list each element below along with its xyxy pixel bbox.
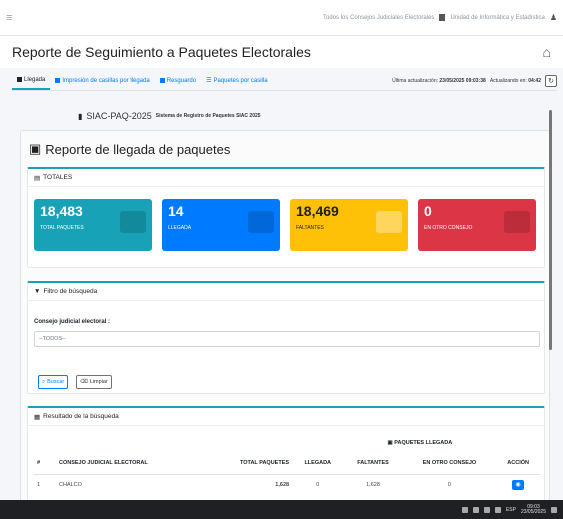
- eraser-icon: ⌫: [80, 379, 88, 385]
- notification-icon[interactable]: [551, 506, 557, 513]
- clock[interactable]: 09:03 23/05/2025: [520, 504, 546, 515]
- updating-value: 04:42: [528, 77, 541, 84]
- results-header: ▦ Resultado de la búsqueda: [28, 408, 544, 426]
- language-indicator[interactable]: ESP: [506, 507, 516, 513]
- open-box-icon: [376, 211, 402, 233]
- consejo-select[interactable]: --TODOS--: [34, 331, 540, 347]
- tab-impresion[interactable]: Impresión de casillas por llegada: [50, 71, 154, 90]
- tab-paquetes-por-casilla[interactable]: ☰ Paquetes por casilla: [201, 71, 272, 90]
- top-navbar: ≡ Todos los Consejos Judiciales Electora…: [0, 0, 563, 36]
- tab-label: Impresión de casillas por llegada: [62, 77, 150, 84]
- topbar-right: Todos los Consejos Judiciales Electorale…: [323, 13, 557, 22]
- hamburger-icon[interactable]: ≡: [6, 12, 20, 24]
- page-header: Reporte de Seguimiento a Paquetes Electo…: [0, 36, 563, 68]
- system-code: SIAC-PAQ-2025: [86, 111, 152, 121]
- row-otro: 0: [447, 482, 451, 489]
- unit-label[interactable]: Unidad de Informática y Estadística: [450, 15, 544, 21]
- clear-button-label: Limpiar: [89, 379, 108, 385]
- filter-header: ▼ Filtro de búsqueda: [28, 283, 544, 301]
- volume-icon[interactable]: [483, 506, 490, 513]
- totales-label: TOTALES: [43, 174, 73, 181]
- stat-faltantes: 18,469 FALTANTES: [290, 199, 408, 251]
- results-card: ▦ Resultado de la búsqueda ▣ PAQUETES LL…: [27, 406, 545, 514]
- view-button[interactable]: ◉: [512, 480, 525, 491]
- updating-label: Actualizando en:: [489, 77, 527, 84]
- results-table: ▣ PAQUETES LLEGADA # CONSEJO JUDICIAL EL…: [34, 434, 540, 496]
- report-panel: ▣ Reporte de llegada de paquetes ▤ TOTAL…: [20, 130, 550, 515]
- page-scrollbar[interactable]: [549, 110, 552, 350]
- row-total: 1,628: [275, 482, 290, 489]
- totales-card: ▤ TOTALES 18,483 TOTAL PAQUETES 14 LLEGA…: [27, 167, 545, 268]
- clear-button[interactable]: ⌫ Limpiar: [76, 375, 112, 389]
- tab-label: Paquetes por casilla: [213, 77, 268, 84]
- update-status: Última actualización: 23/05/2025 09:03:3…: [392, 74, 557, 87]
- eye-icon: ◉: [515, 482, 521, 489]
- filter-title: Filtro de búsqueda: [43, 288, 98, 295]
- results-title: Resultado de la búsqueda: [43, 413, 119, 420]
- table-group-row: ▣ PAQUETES LLEGADA: [34, 434, 540, 452]
- battery-icon[interactable]: [494, 506, 501, 513]
- system-description: Sistema de Registro de Paquetes SIAC 202…: [155, 113, 261, 119]
- filter-icon: ▼: [34, 288, 41, 295]
- col-accion: ACCIÓN: [496, 452, 540, 475]
- refresh-icon: ↻: [548, 77, 554, 85]
- tab-bar: Llegada Impresión de casillas por llegad…: [12, 71, 557, 91]
- stat-total-paquetes: 18,483 TOTAL PAQUETES: [34, 199, 152, 251]
- route-icon: [504, 211, 530, 233]
- search-icon: ⌕: [42, 378, 46, 385]
- stat-llegada: 14 LLEGADA: [162, 199, 280, 251]
- row-number: 1: [37, 482, 41, 489]
- os-taskbar: ESP 09:03 23/05/2025: [0, 500, 563, 519]
- table-header-row: # CONSEJO JUDICIAL ELECTORAL TOTAL PAQUE…: [34, 452, 540, 475]
- col-consejo[interactable]: CONSEJO JUDICIAL ELECTORAL: [56, 452, 206, 475]
- col-number[interactable]: #: [34, 452, 56, 475]
- row-faltantes: 1,628: [366, 482, 380, 489]
- tab-label: Resguardo: [166, 77, 197, 84]
- row-llegada: 0: [316, 482, 320, 489]
- row-action: ◉: [496, 474, 540, 496]
- tab-label: Llegada: [24, 76, 46, 83]
- box-icon: [17, 77, 22, 82]
- refresh-button[interactable]: ↻: [545, 74, 557, 87]
- consejo-select-value: --TODOS--: [39, 336, 66, 342]
- system-info: ▮ SIAC-PAQ-2025 Sistema de Registro de P…: [78, 111, 261, 121]
- table-row: 1 CHALCO 1,628 0 1,628 0 ◉: [34, 474, 540, 496]
- last-update-value: 23/05/2025 09:03:38: [439, 77, 486, 84]
- bookmark-icon: ▮: [78, 111, 83, 121]
- users-icon: [159, 78, 165, 83]
- col-total-paquetes[interactable]: TOTAL PAQUETES: [205, 452, 293, 475]
- list-icon: ☰: [206, 78, 212, 84]
- col-faltantes[interactable]: FALTANTES: [343, 452, 403, 475]
- col-llegada[interactable]: LLEGADA: [292, 452, 344, 475]
- boxes-icon: [120, 211, 146, 233]
- row-consejo: CHALCO: [59, 482, 82, 489]
- stat-en-otro-consejo: 0 EN OTRO CONSEJO: [418, 199, 536, 251]
- context-label[interactable]: Todos los Consejos Judiciales Electorale…: [323, 15, 434, 21]
- home-icon[interactable]: ⌂: [543, 44, 551, 60]
- tab-llegada[interactable]: Llegada: [12, 71, 51, 90]
- tray-chevron-icon[interactable]: [461, 506, 468, 513]
- building-icon: [439, 14, 446, 21]
- page-title: Reporte de Seguimiento a Paquetes Electo…: [12, 44, 311, 60]
- tab-resguardo[interactable]: Resguardo: [155, 71, 201, 90]
- clock-date: 23/05/2025: [520, 508, 546, 515]
- group-header: ▣ PAQUETES LLEGADA: [343, 434, 496, 452]
- search-button-label: Buscar: [47, 379, 65, 385]
- search-button[interactable]: ⌕ Buscar: [38, 375, 69, 389]
- filter-card: ▼ Filtro de búsqueda Consejo judicial el…: [27, 281, 545, 394]
- box-icon: ▣: [29, 141, 42, 156]
- user-icon[interactable]: ♟: [550, 13, 557, 22]
- report-title: ▣ Reporte de llegada de paquetes: [29, 141, 230, 157]
- group-header-text: PAQUETES LLEGADA: [394, 440, 453, 446]
- report-title-text: Reporte de llegada de paquetes: [45, 141, 231, 157]
- box-icon: ▤: [34, 174, 41, 182]
- table-icon: ▦: [34, 413, 41, 421]
- print-icon: [55, 78, 61, 83]
- totales-header: ▤ TOTALES: [28, 169, 544, 187]
- col-en-otro-consejo[interactable]: EN OTRO CONSEJO: [402, 452, 497, 475]
- box-icon: [248, 211, 274, 233]
- network-icon[interactable]: [472, 506, 479, 513]
- last-update-label: Última actualización:: [392, 77, 438, 84]
- consejo-label: Consejo judicial electoral :: [34, 319, 111, 325]
